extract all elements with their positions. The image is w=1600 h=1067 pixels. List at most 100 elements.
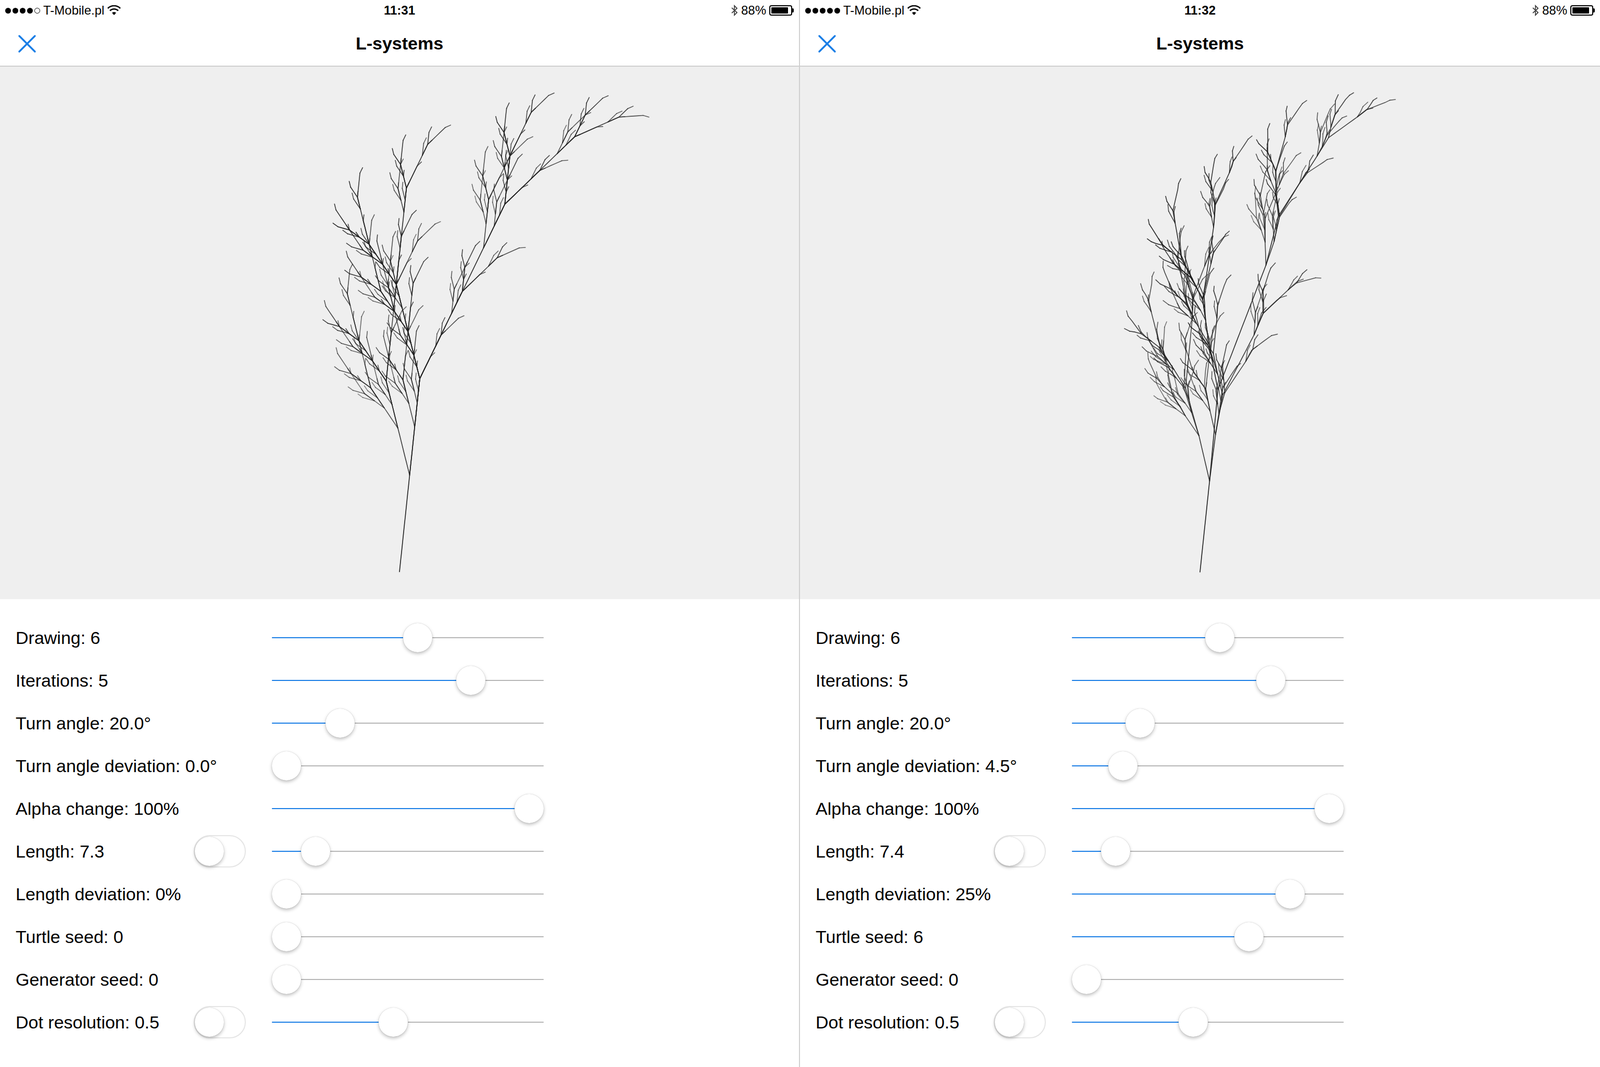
control-row: Turn angle deviation: 0.0° [0,744,799,787]
battery-percent: 88% [1542,1,1568,20]
control-row: Turtle seed: 6 [800,915,1600,958]
slider-track [1071,978,1344,980]
toggle-switch[interactable] [993,1005,1046,1039]
control-row: Generator seed: 0 [0,957,799,1001]
toggle-switch[interactable] [193,1005,246,1039]
control-row: Turtle seed: 0 [0,915,799,958]
control-label: Length: 7.4 [815,838,994,865]
slider-fill [1071,1021,1194,1023]
control-row: Turn angle: 20.0° [800,701,1600,745]
wifi-icon [907,5,921,16]
slider-knob[interactable] [1234,921,1264,952]
slider-knob[interactable] [271,921,302,952]
control-label: Alpha change: 100% [15,795,194,822]
slider[interactable] [1071,792,1344,824]
control-row: Generator seed: 0 [800,957,1600,1001]
slider-track [271,893,544,895]
control-label: Length deviation: 25% [815,880,994,908]
control-row: Length: 7.4 [800,829,1600,873]
slider[interactable] [271,963,544,995]
control-label: Dot resolution: 0.5 [15,1008,194,1036]
control-row: Drawing: 6 [0,616,799,659]
slider-knob[interactable] [1256,665,1286,695]
status-right: 88% [1386,1,1595,20]
phone-screen: T-Mobile.pl11:3288% L-systems Drawing: 6 It… [800,0,1600,1067]
slider[interactable] [1071,750,1344,782]
nav-bar: L-systems [0,20,799,67]
phone-screen: T-Mobile.pl 11:31 88% L-systems Drawing: 6 It… [0,0,800,1067]
signal-icon [805,7,841,14]
control-label: Turtle seed: 0 [15,923,194,950]
control-label: Iterations: 5 [815,667,994,694]
control-label: Dot resolution: 0.5 [815,1008,994,1036]
status-bar: T-Mobile.pl11:3288% [800,0,1600,21]
slider[interactable] [1071,920,1344,953]
slider[interactable] [271,878,544,910]
slider-knob[interactable] [1108,751,1138,781]
slider-knob[interactable] [1314,793,1344,823]
toggle-switch[interactable] [193,834,246,868]
slider-knob[interactable] [403,622,433,653]
time: 11:31 [383,1,416,20]
control-label: Alpha change: 100% [815,795,994,822]
slider[interactable] [271,835,544,867]
screenshot: T-Mobile.pl 11:31 88% L-systems Drawing: 6 It… [0,0,1600,1067]
control-label: Iterations: 5 [15,667,194,694]
slider[interactable] [1071,963,1344,995]
slider-knob[interactable] [514,793,544,823]
close-button[interactable] [15,32,39,56]
nav-title: L-systems [355,30,444,57]
status-right: 88% [585,1,794,20]
l-system-tree [0,66,799,599]
slider[interactable] [271,664,544,696]
slider-knob[interactable] [1071,964,1102,994]
slider-fill [271,1021,394,1023]
control-row: Alpha change: 100% [0,786,799,830]
slider-knob[interactable] [1101,836,1131,866]
slider-knob[interactable] [378,1007,408,1037]
toggle-switch[interactable] [993,834,1046,868]
slider-knob[interactable] [1178,1007,1208,1037]
slider-fill [271,636,418,639]
control-label: Length: 7.3 [15,838,194,865]
close-button[interactable] [815,32,839,56]
control-label: Length deviation: 0% [15,880,194,908]
battery-percent: 88% [741,1,767,20]
slider-knob[interactable] [301,836,331,866]
slider-track [271,935,544,937]
slider-knob[interactable] [271,964,302,994]
control-row: Length deviation: 0% [0,872,799,916]
slider[interactable] [1071,1006,1344,1038]
slider-track [271,765,544,767]
control-label: Turn angle deviation: 0.0° [15,752,194,780]
slider[interactable] [1071,878,1344,910]
slider[interactable] [1071,621,1344,654]
slider[interactable] [1071,707,1344,739]
slider[interactable] [271,792,544,824]
slider[interactable] [271,750,544,782]
slider[interactable] [1071,835,1344,867]
control-label: Drawing: 6 [15,624,194,652]
slider-knob[interactable] [271,751,302,781]
slider-knob[interactable] [325,708,355,738]
control-label: Drawing: 6 [815,624,994,652]
slider-knob[interactable] [271,879,302,909]
slider-knob[interactable] [456,665,486,695]
control-row: Turn angle deviation: 4.5° [800,744,1600,787]
nav-title: L-systems [1156,30,1244,57]
control-label: Turtle seed: 6 [815,923,994,950]
slider-knob[interactable] [1125,708,1155,738]
slider[interactable] [271,621,544,654]
slider-knob[interactable] [1205,622,1235,653]
slider[interactable] [271,1006,544,1038]
status-left: T-Mobile.pl [5,1,214,20]
close-icon [17,34,37,54]
control-row: Dot resolution: 0.5 [800,1000,1600,1044]
slider[interactable] [271,920,544,953]
slider[interactable] [1071,664,1344,696]
slider-knob[interactable] [1275,879,1305,909]
control-label: Generator seed: 0 [15,966,194,993]
battery-icon [769,5,794,16]
slider[interactable] [271,707,544,739]
drawing-canvas [0,66,799,599]
